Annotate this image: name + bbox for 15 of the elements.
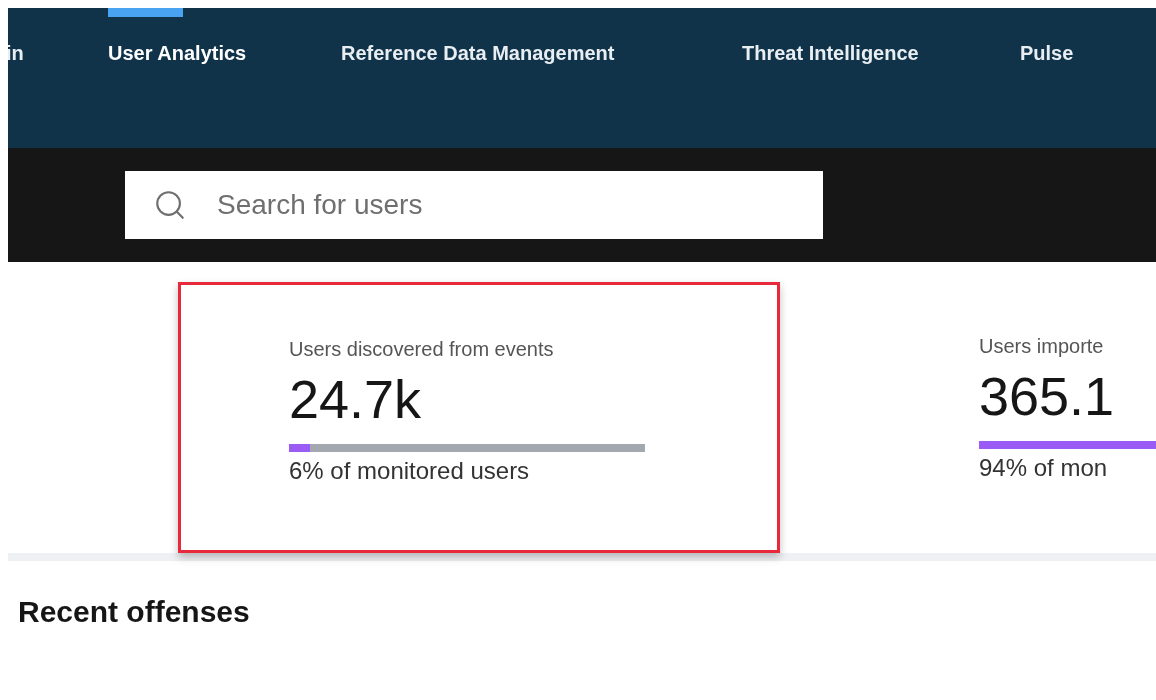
- nav-tab[interactable]: in: [8, 8, 108, 63]
- nav-tab[interactable]: Threat Intelligence: [742, 8, 1020, 63]
- search-field[interactable]: Search for users: [125, 171, 823, 239]
- search-input[interactable]: Search for users: [217, 184, 777, 226]
- search-icon: [153, 188, 187, 222]
- nav-tab[interactable]: Reference Data Management: [341, 8, 742, 63]
- nav-tab[interactable]: User Analytics: [108, 8, 341, 63]
- nav-tab[interactable]: Pulse: [1020, 8, 1140, 63]
- section-title: Recent offenses: [17, 594, 251, 630]
- stat-label: Users discovered from events: [289, 337, 555, 362]
- stat-caption: 94% of mon: [979, 452, 1109, 483]
- stat-value: 24.7k: [289, 368, 423, 431]
- stat-label: Users importe: [979, 334, 1105, 359]
- stat-caption: 6% of monitored users: [289, 455, 531, 486]
- stat-value: 365.1: [979, 365, 1116, 428]
